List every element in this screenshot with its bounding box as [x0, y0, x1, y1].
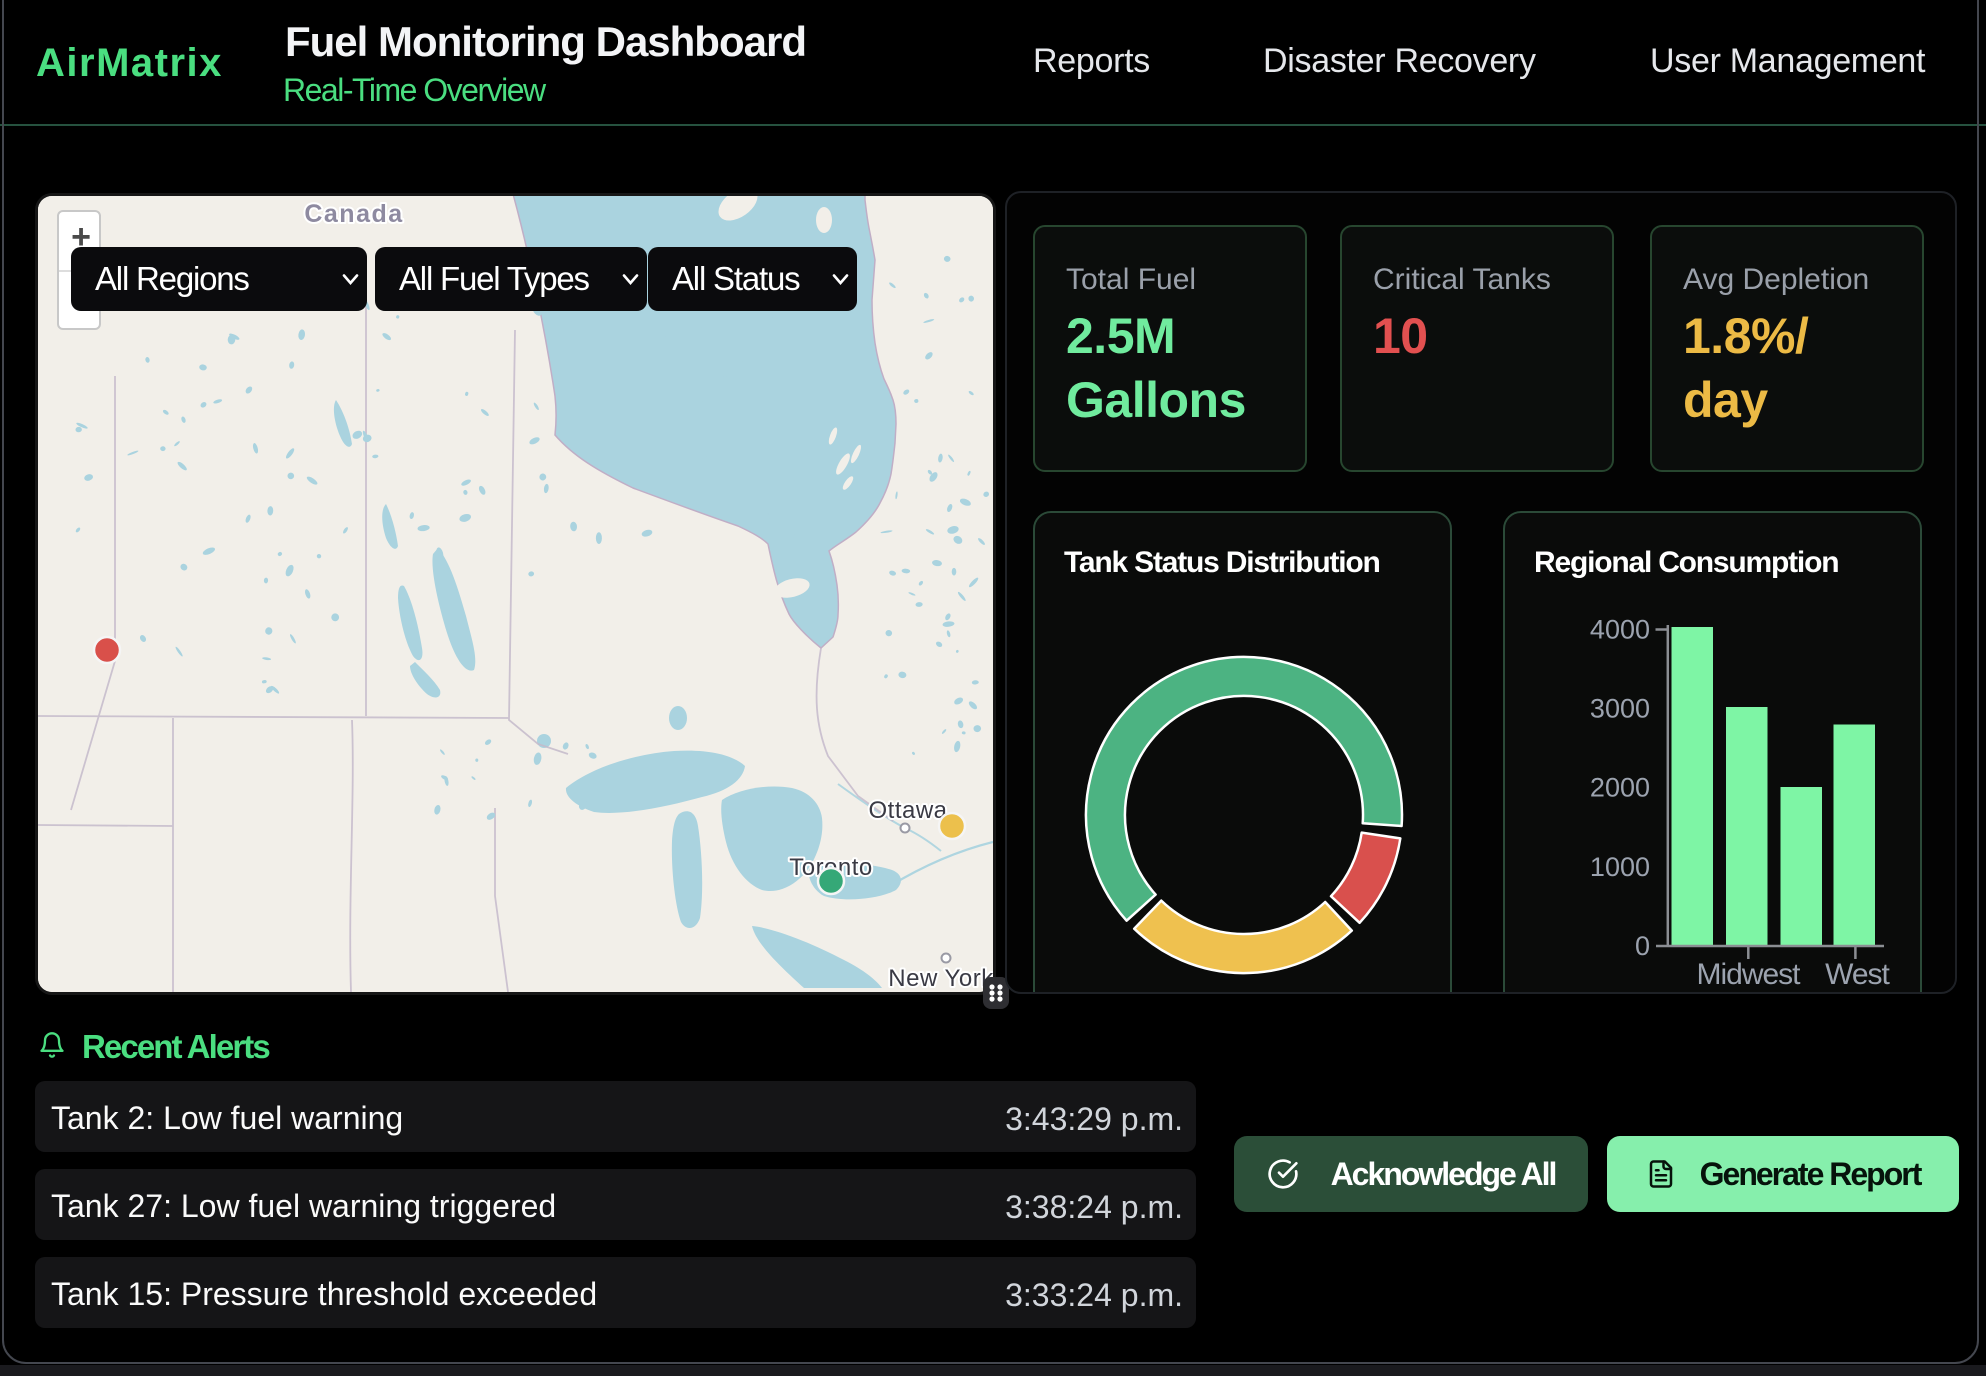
svg-text:Midwest: Midwest — [1696, 958, 1801, 991]
svg-text:Ottawa: Ottawa — [868, 797, 947, 824]
svg-text:New York: New York — [888, 965, 993, 992]
svg-text:West: West — [1825, 958, 1890, 991]
svg-text:1000: 1000 — [1590, 852, 1650, 882]
svg-text:3000: 3000 — [1590, 694, 1650, 724]
svg-text:2000: 2000 — [1590, 773, 1650, 803]
svg-text:4000: 4000 — [1590, 615, 1650, 645]
svg-text:0: 0 — [1635, 931, 1650, 961]
svg-text:Canada: Canada — [304, 200, 403, 228]
